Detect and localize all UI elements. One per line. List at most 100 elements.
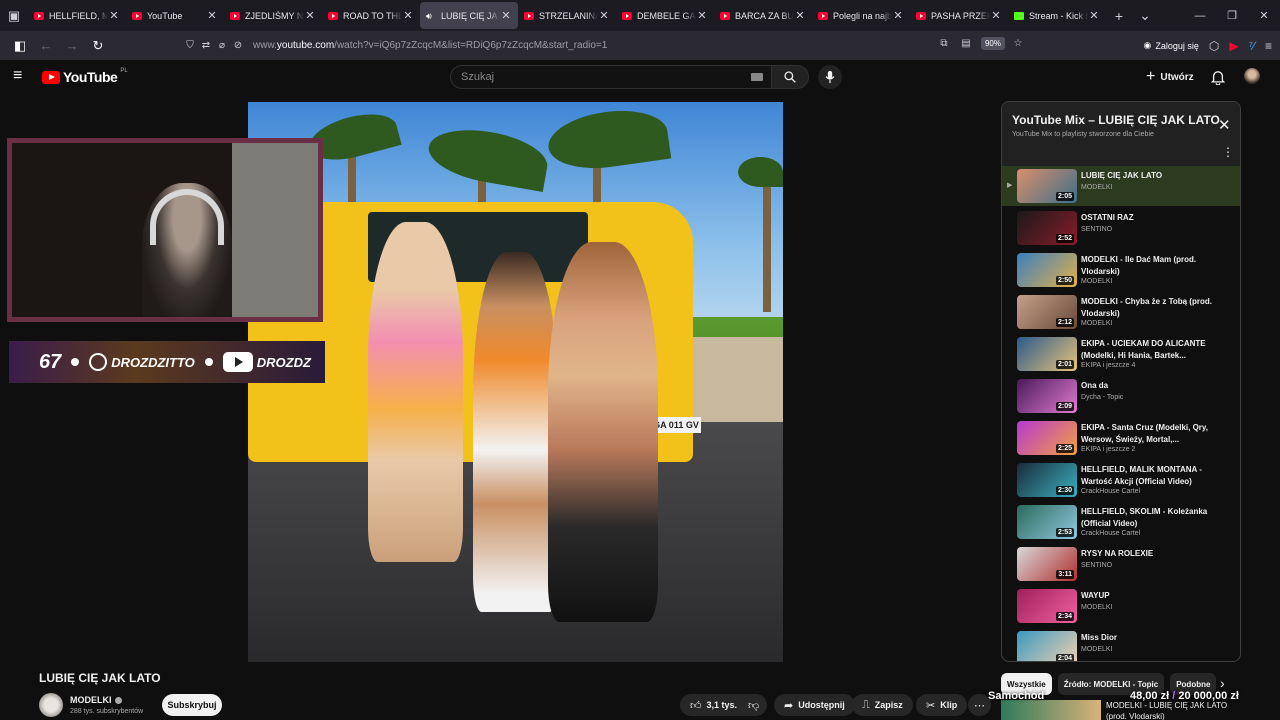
user-avatar[interactable]	[1244, 68, 1260, 84]
playlist-item-thumbnail[interactable]: 2:05	[1017, 169, 1077, 203]
subscribe-button[interactable]: Subskrybuj	[162, 694, 222, 716]
browser-tab[interactable]: Stream - Kick Da✕	[1008, 2, 1106, 29]
browser-tab[interactable]: 🔊︎ LUBIĘ CIĘ JA ✕	[420, 2, 518, 29]
playlist-item[interactable]: 2:53 HELLFIELD, SKOLIM - Koleżanka (Offic…	[1002, 502, 1240, 542]
search-input[interactable]: Szukaj	[450, 65, 772, 89]
playlist-item-title[interactable]: Ona da	[1081, 380, 1221, 392]
tab-close-icon[interactable]: ✕	[402, 9, 414, 22]
playlist-item-title[interactable]: WAYUP	[1081, 590, 1221, 602]
clip-button[interactable]: ✂ Klip	[916, 694, 968, 716]
playlist-item-thumbnail[interactable]: 3:11	[1017, 547, 1077, 581]
tab-list-icon[interactable]: ▣	[0, 0, 28, 31]
playlist-item[interactable]: 2:52 OSTATNI RAZ SENTINO	[1002, 208, 1240, 248]
url-text[interactable]: www.youtube.com/watch?v=iQ6p7zZcqcM&list…	[253, 40, 607, 51]
browser-tab[interactable]: ROAD TO THE W✕	[322, 2, 420, 29]
keyboard-icon[interactable]	[751, 73, 763, 81]
playlist-item-title[interactable]: LUBIĘ CIĘ JAK LATO	[1081, 170, 1221, 182]
notifications-button[interactable]	[1208, 67, 1228, 87]
forward-icon[interactable]: →	[60, 34, 84, 58]
minimize-icon[interactable]: —	[1184, 0, 1216, 31]
tab-close-icon[interactable]: ✕	[892, 9, 904, 22]
tab-close-icon[interactable]: ✕	[990, 9, 1002, 22]
video-player[interactable]: GA 011 GV	[248, 102, 783, 662]
speaker-icon[interactable]: 🔊︎	[426, 11, 436, 20]
save-button[interactable]: ⎍ Zapisz	[852, 694, 913, 716]
next-video-title[interactable]: MODELKI - LUBIĘ CIĘ JAK LATO (prod. Vlod…	[1106, 700, 1236, 720]
playlist-item-title[interactable]: RYSY NA ROLEXIE	[1081, 548, 1221, 560]
browser-tab[interactable]: STRZELANINA W✕	[518, 2, 616, 29]
close-icon[interactable]: ✕	[1218, 116, 1231, 134]
dislike-button[interactable]: 👎︎	[740, 694, 768, 716]
tab-close-icon[interactable]: ✕	[794, 9, 806, 22]
more-vertical-icon[interactable]: ⋮	[1222, 145, 1234, 159]
tab-close-icon[interactable]: ✕	[696, 9, 708, 22]
playlist-item-thumbnail[interactable]: 2:34	[1017, 589, 1077, 623]
new-tab-button[interactable]: +	[1106, 8, 1132, 24]
account-signin-button[interactable]: ◉ Zaloguj się	[1144, 40, 1199, 51]
youtube-logo[interactable]: YouTube PL	[42, 68, 128, 85]
youtube-extension-icon[interactable]: ▶	[1229, 39, 1238, 53]
translate-extension-icon[interactable]: ⁷⁄	[1249, 39, 1255, 53]
create-button[interactable]: + Utwórz	[1146, 67, 1194, 87]
playlist-item[interactable]: 2:04 Miss Dior MODELKI	[1002, 628, 1240, 661]
tab-close-icon[interactable]: ✕	[304, 9, 316, 22]
like-button[interactable]: 👍︎ 3,1 tys.	[680, 694, 746, 716]
tracking-shield-icon[interactable]: ⛉	[183, 40, 197, 51]
permissions-icon[interactable]: ⇄	[199, 40, 213, 51]
tab-close-icon[interactable]: ✕	[108, 9, 120, 22]
browser-tab[interactable]: BARCA ZA BURT✕	[714, 2, 812, 29]
tab-close-icon[interactable]: ✕	[1088, 9, 1100, 22]
sidebar-toggle-icon[interactable]: ◧	[8, 34, 32, 58]
close-window-icon[interactable]: ✕	[1248, 0, 1280, 31]
playlist-item-thumbnail[interactable]: 2:25	[1017, 421, 1077, 455]
playlist-item-thumbnail[interactable]: 2:01	[1017, 337, 1077, 371]
playlist-item-title[interactable]: OSTATNI RAZ	[1081, 212, 1221, 224]
channel-avatar[interactable]	[39, 693, 63, 717]
tab-close-icon[interactable]: ✕	[598, 9, 610, 22]
back-icon[interactable]: ←	[34, 34, 58, 58]
playlist-item[interactable]: 2:25 EKIPA - Santa Cruz (Modelki, Qry, We…	[1002, 418, 1240, 458]
restore-icon[interactable]: ❐	[1216, 0, 1248, 31]
bookmark-star-icon[interactable]: ☆	[1011, 38, 1025, 49]
browser-tab[interactable]: HELLFIELD, MAC✕	[28, 2, 126, 29]
playlist-item-title[interactable]: EKIPA - UCIEKAM DO ALICANTE (Modelki, Hi…	[1081, 338, 1221, 362]
playlist-item[interactable]: 2:34 WAYUP MODELKI	[1002, 586, 1240, 626]
playlist-item-title[interactable]: MODELKI - Chyba że z Tobą (prod. Vlodars…	[1081, 296, 1221, 320]
zoom-level[interactable]: 90%	[980, 37, 1005, 50]
extensions-icon[interactable]: ⬡	[1209, 39, 1219, 53]
reader-view-icon[interactable]: ▤	[959, 38, 973, 49]
search-button[interactable]	[771, 65, 809, 89]
list-all-tabs-icon[interactable]: ⌄	[1132, 7, 1158, 24]
browser-tab[interactable]: PASHA PRZEKAZ✕	[910, 2, 1008, 29]
playlist-item[interactable]: 2:50 MODELKI - Ile Dać Mam (prod. Vlodars…	[1002, 250, 1240, 290]
chevron-right-icon[interactable]: ›	[1220, 675, 1225, 691]
playlist-item-title[interactable]: HELLFIELD, SKOLIM - Koleżanka (Official …	[1081, 506, 1221, 530]
channel-name[interactable]: MODELKI	[70, 695, 122, 705]
playlist-item[interactable]: 2:01 EKIPA - UCIEKAM DO ALICANTE (Modelki…	[1002, 334, 1240, 374]
playlist-item-thumbnail[interactable]: 2:04	[1017, 631, 1077, 661]
mic-blocked-icon[interactable]: ⌀	[215, 40, 229, 51]
playlist-item-thumbnail[interactable]: 2:30	[1017, 463, 1077, 497]
playlist-item-thumbnail[interactable]: 2:12	[1017, 295, 1077, 329]
picture-in-picture-icon[interactable]: ⧉	[937, 38, 951, 49]
playlist-item-thumbnail[interactable]: 2:09	[1017, 379, 1077, 413]
playlist-item[interactable]: 2:12 MODELKI - Chyba że z Tobą (prod. Vlo…	[1002, 292, 1240, 332]
share-button[interactable]: ➦ Udostępnij	[774, 694, 855, 716]
tab-close-icon[interactable]: ✕	[500, 9, 512, 22]
playlist-title[interactable]: YouTube Mix – LUBIĘ CIĘ JAK LATO	[1012, 113, 1220, 127]
app-menu-icon[interactable]: ≡	[1265, 39, 1272, 53]
address-bar[interactable]: ⛉ ⇄ ⌀ ⊘ www.youtube.com/watch?v=iQ6p7zZc…	[175, 34, 1035, 57]
playlist-item-title[interactable]: MODELKI - Ile Dać Mam (prod. Vlodarski)	[1081, 254, 1221, 278]
guide-menu-icon[interactable]: ≡	[13, 68, 29, 84]
playlist-item[interactable]: ▶ 2:05 LUBIĘ CIĘ JAK LATO MODELKI	[1002, 166, 1240, 206]
playlist-item[interactable]: 3:11 RYSY NA ROLEXIE SENTINO	[1002, 544, 1240, 584]
tab-close-icon[interactable]: ✕	[206, 9, 218, 22]
browser-tab[interactable]: DEMBELE GASI Ś✕	[616, 2, 714, 29]
playlist-item-title[interactable]: HELLFIELD, MALIK MONTANA - Wartość Akcji…	[1081, 464, 1221, 488]
playlist-item-thumbnail[interactable]: 2:52	[1017, 211, 1077, 245]
playlist-item[interactable]: 2:09 Ona da Dycha - Topic	[1002, 376, 1240, 416]
playlist-item-title[interactable]: EKIPA - Santa Cruz (Modelki, Qry, Wersow…	[1081, 422, 1221, 446]
browser-tab[interactable]: YouTube ✕	[126, 2, 224, 29]
playlist-item-thumbnail[interactable]: 2:50	[1017, 253, 1077, 287]
browser-tab[interactable]: Polegli na najbar✕	[812, 2, 910, 29]
